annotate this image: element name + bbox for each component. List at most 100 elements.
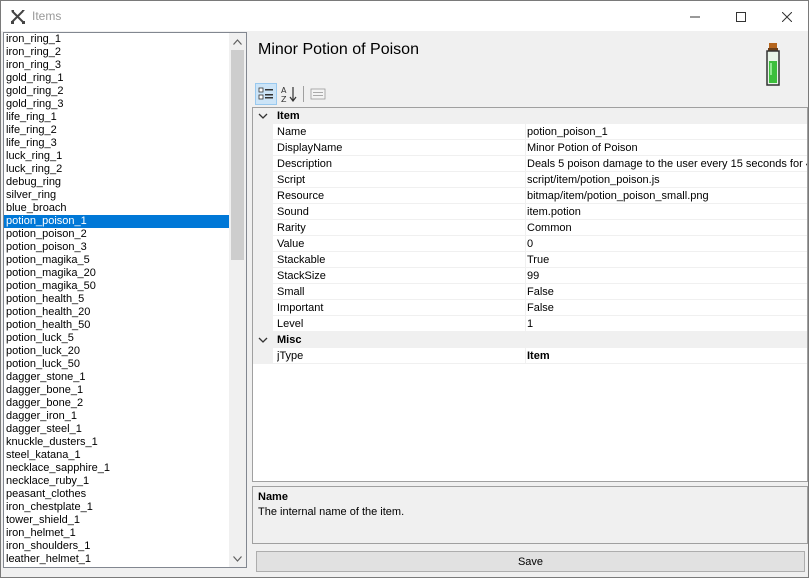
property-row[interactable]: Name potion_poison_1 bbox=[253, 124, 807, 140]
property-row[interactable]: Resource bitmap/item/potion_poison_small.… bbox=[253, 188, 807, 204]
close-button[interactable] bbox=[764, 1, 809, 32]
list-item[interactable]: dagger_iron_1 bbox=[4, 410, 230, 423]
category-label: Misc bbox=[277, 334, 302, 346]
list-item[interactable]: necklace_sapphire_1 bbox=[4, 462, 230, 475]
list-item[interactable]: dagger_steel_1 bbox=[4, 423, 230, 436]
categorized-view-icon bbox=[258, 87, 273, 100]
property-row[interactable]: Stackable True bbox=[253, 252, 807, 268]
property-row[interactable]: DisplayName Minor Potion of Poison bbox=[253, 140, 807, 156]
item-list[interactable]: iron_ring_1 iron_ring_2 iron_ring_3 gold_ri… bbox=[3, 32, 247, 568]
list-item[interactable]: potion_health_5 bbox=[4, 293, 230, 306]
list-item[interactable]: life_ring_1 bbox=[4, 111, 230, 124]
property-row[interactable]: Value 0 bbox=[253, 236, 807, 252]
property-name: Important bbox=[277, 302, 324, 314]
list-item[interactable]: silver_ring bbox=[4, 189, 230, 202]
row-gutter bbox=[253, 316, 273, 332]
property-row[interactable]: Rarity Common bbox=[253, 220, 807, 236]
property-value[interactable]: potion_poison_1 bbox=[525, 124, 807, 140]
list-item[interactable]: luck_ring_2 bbox=[4, 163, 230, 176]
list-item[interactable]: blue_broach bbox=[4, 202, 230, 215]
list-item[interactable]: knuckle_dusters_1 bbox=[4, 436, 230, 449]
list-item[interactable]: iron_ring_2 bbox=[4, 46, 230, 59]
list-item[interactable]: dagger_bone_2 bbox=[4, 397, 230, 410]
list-item[interactable]: potion_health_20 bbox=[4, 306, 230, 319]
list-item[interactable]: iron_helmet_1 bbox=[4, 527, 230, 540]
property-value[interactable]: 0 bbox=[525, 236, 807, 252]
property-value[interactable]: script/item/potion_poison.js bbox=[525, 172, 807, 188]
list-item[interactable]: steel_katana_1 bbox=[4, 449, 230, 462]
property-value[interactable]: Common bbox=[525, 220, 807, 236]
list-item[interactable]: potion_poison_1 bbox=[4, 215, 230, 228]
list-item[interactable]: debug_ring bbox=[4, 176, 230, 189]
list-item[interactable]: potion_luck_20 bbox=[4, 345, 230, 358]
property-row[interactable]: Description Deals 5 poison damage to the … bbox=[253, 156, 807, 172]
scroll-up-button[interactable] bbox=[229, 33, 246, 50]
green-potion-icon bbox=[766, 43, 780, 86]
window-title: Items bbox=[32, 9, 62, 23]
property-grid[interactable]: Item Name potion_poison_1 DisplayName Minor … bbox=[252, 107, 808, 482]
list-item[interactable]: gold_ring_3 bbox=[4, 98, 230, 111]
list-item[interactable]: necklace_ruby_1 bbox=[4, 475, 230, 488]
title-bar: Items bbox=[0, 0, 809, 31]
property-row[interactable]: Important False bbox=[253, 300, 807, 316]
property-value[interactable]: Minor Potion of Poison bbox=[525, 140, 807, 156]
maximize-button[interactable] bbox=[718, 1, 764, 32]
property-row[interactable]: Small False bbox=[253, 284, 807, 300]
category-row-misc[interactable]: Misc bbox=[253, 332, 807, 348]
row-gutter bbox=[253, 268, 273, 284]
list-item[interactable]: gold_ring_1 bbox=[4, 72, 230, 85]
list-item[interactable]: luck_ring_1 bbox=[4, 150, 230, 163]
categorized-view-button[interactable] bbox=[255, 83, 277, 105]
minimize-button[interactable] bbox=[672, 1, 718, 32]
property-pages-button[interactable] bbox=[307, 83, 329, 105]
property-value[interactable]: False bbox=[525, 300, 807, 316]
property-row[interactable]: StackSize 99 bbox=[253, 268, 807, 284]
item-list-items: iron_ring_1 iron_ring_2 iron_ring_3 gold_ri… bbox=[4, 33, 230, 566]
property-value[interactable]: Deals 5 poison damage to the user every … bbox=[525, 156, 807, 172]
property-value[interactable]: Item bbox=[525, 348, 807, 364]
list-item[interactable]: peasant_clothes bbox=[4, 488, 230, 501]
chevron-down-icon[interactable] bbox=[258, 111, 268, 121]
list-item[interactable]: tower_shield_1 bbox=[4, 514, 230, 527]
list-item[interactable]: life_ring_2 bbox=[4, 124, 230, 137]
list-item[interactable]: life_ring_3 bbox=[4, 137, 230, 150]
property-value[interactable]: 1 bbox=[525, 316, 807, 332]
row-gutter bbox=[253, 252, 273, 268]
svg-text:A: A bbox=[281, 86, 287, 95]
alphabetical-sort-button[interactable]: A Z bbox=[278, 83, 300, 105]
property-row[interactable]: Script script/item/potion_poison.js bbox=[253, 172, 807, 188]
list-item[interactable]: potion_poison_2 bbox=[4, 228, 230, 241]
property-value[interactable]: bitmap/item/potion_poison_small.png bbox=[525, 188, 807, 204]
list-item[interactable]: dagger_stone_1 bbox=[4, 371, 230, 384]
list-item[interactable]: potion_magika_50 bbox=[4, 280, 230, 293]
list-item[interactable]: gold_ring_2 bbox=[4, 85, 230, 98]
list-item[interactable]: potion_luck_5 bbox=[4, 332, 230, 345]
property-row[interactable]: Sound item.potion bbox=[253, 204, 807, 220]
list-item[interactable]: potion_magika_5 bbox=[4, 254, 230, 267]
property-name: Description bbox=[277, 158, 333, 170]
list-item[interactable]: potion_magika_20 bbox=[4, 267, 230, 280]
property-row[interactable]: Level 1 bbox=[253, 316, 807, 332]
list-item[interactable]: iron_chestplate_1 bbox=[4, 501, 230, 514]
property-value[interactable]: True bbox=[525, 252, 807, 268]
chevron-down-icon[interactable] bbox=[258, 335, 268, 345]
list-item[interactable]: iron_ring_1 bbox=[4, 33, 230, 46]
property-name: Sound bbox=[277, 206, 309, 218]
property-row[interactable]: jType Item bbox=[253, 348, 807, 364]
list-item[interactable]: potion_health_50 bbox=[4, 319, 230, 332]
list-item[interactable]: iron_shoulders_1 bbox=[4, 540, 230, 553]
property-value[interactable]: 99 bbox=[525, 268, 807, 284]
property-value[interactable]: False bbox=[525, 284, 807, 300]
list-item[interactable]: potion_luck_50 bbox=[4, 358, 230, 371]
scroll-thumb[interactable] bbox=[231, 50, 244, 260]
category-row-item[interactable]: Item bbox=[253, 108, 807, 124]
list-item[interactable]: potion_poison_3 bbox=[4, 241, 230, 254]
list-item[interactable]: iron_ring_3 bbox=[4, 59, 230, 72]
save-button[interactable]: Save bbox=[256, 551, 805, 572]
property-value[interactable]: item.potion bbox=[525, 204, 807, 220]
scroll-down-button[interactable] bbox=[229, 550, 246, 567]
property-toolbar: A Z bbox=[253, 82, 808, 106]
list-item[interactable]: dagger_bone_1 bbox=[4, 384, 230, 397]
list-scrollbar[interactable] bbox=[229, 33, 246, 567]
list-item[interactable]: leather_helmet_1 bbox=[4, 553, 230, 566]
